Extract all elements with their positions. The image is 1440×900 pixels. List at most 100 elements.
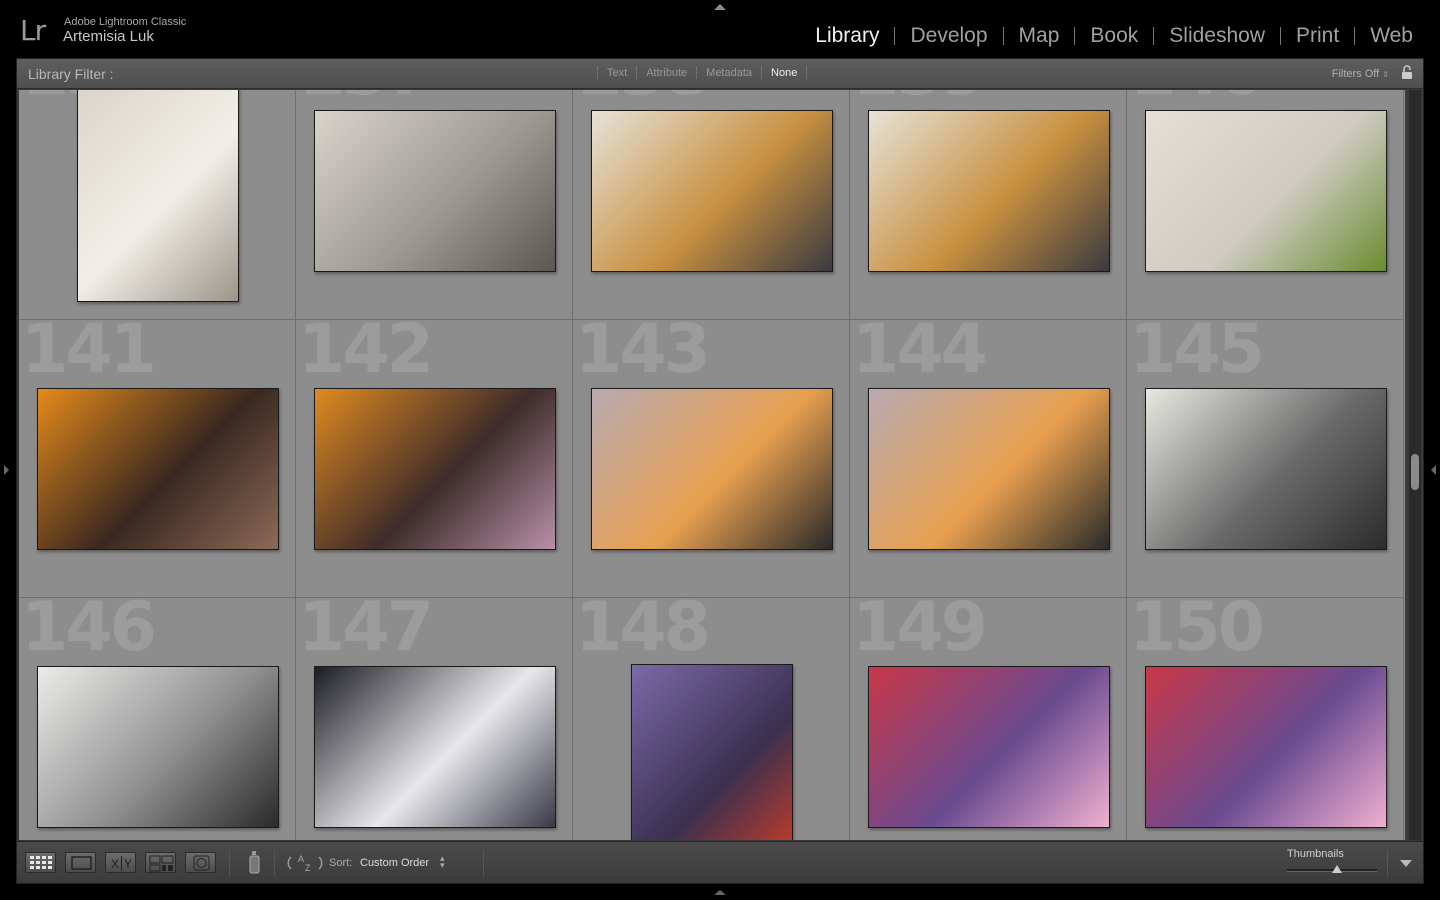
module-develop[interactable]: Develop <box>895 24 1002 48</box>
photo-thumbnail[interactable] <box>76 90 239 302</box>
chevron-updown-icon: ⇕ <box>1382 70 1389 79</box>
identity-plate: Lr Adobe Lightroom Classic Artemisia Luk… <box>0 0 1440 58</box>
library-filter-title: Library Filter : <box>28 66 114 82</box>
library-filter-bar: Library Filter : Text Attribute Metadata No… <box>17 59 1423 89</box>
filter-tab-text[interactable]: Text <box>598 67 636 79</box>
sort-order-dropdown[interactable]: Custom Order <box>360 857 429 869</box>
cell-index-number: 139 <box>852 90 988 106</box>
grid-cell[interactable]: 140 <box>1127 90 1404 320</box>
sort-az-icon[interactable]: A Z <box>287 851 323 875</box>
cell-index-number: 137 <box>298 90 434 106</box>
photo-thumbnail[interactable] <box>313 110 556 272</box>
grid-cell[interactable]: 136 <box>19 90 296 320</box>
grid-cell[interactable]: 141 <box>19 320 296 598</box>
grid-cell[interactable]: 138 <box>573 90 850 320</box>
scrollbar-thumb[interactable] <box>1411 454 1419 491</box>
user-name: Artemisia Luk <box>63 28 154 45</box>
photo-thumbnail[interactable] <box>867 110 1110 272</box>
filter-tab-metadata[interactable]: Metadata <box>697 67 761 79</box>
app-name: Adobe Lightroom Classic <box>64 16 187 28</box>
module-slideshow[interactable]: Slideshow <box>1154 24 1280 48</box>
filter-tab-separator <box>806 67 808 79</box>
photo-thumbnail[interactable] <box>313 666 556 828</box>
photo-thumbnail[interactable] <box>867 666 1110 828</box>
cell-index-number: 138 <box>575 90 711 106</box>
library-main-panel: Library Filter : Text Attribute Metadata No… <box>16 58 1424 884</box>
svg-text:A: A <box>298 854 304 864</box>
grid-cell[interactable]: 146 <box>19 598 296 840</box>
photo-thumbnail[interactable] <box>313 388 556 550</box>
module-library[interactable]: Library <box>800 24 894 48</box>
grid-cell[interactable]: 148 <box>573 598 850 840</box>
grid-cell[interactable]: 143 <box>573 320 850 598</box>
filmstrip-toggle-icon[interactable] <box>714 890 726 895</box>
grid-cell[interactable]: 139 <box>850 90 1127 320</box>
filter-tab-attribute[interactable]: Attribute <box>637 67 696 79</box>
lightroom-logo: Lr <box>20 14 46 47</box>
cell-index-number: 145 <box>1129 320 1265 389</box>
cell-index-number: 148 <box>575 598 711 667</box>
thumbnails-label: Thumbnails <box>1287 848 1344 860</box>
slider-knob[interactable] <box>1331 865 1342 873</box>
grid-cell[interactable]: 147 <box>296 598 573 840</box>
painter-spray-can-icon[interactable] <box>249 851 261 875</box>
filters-off-label: Filters Off <box>1331 68 1380 80</box>
photo-thumbnail[interactable] <box>1144 388 1387 550</box>
grid-cell[interactable]: 145 <box>1127 320 1404 598</box>
chevron-updown-icon[interactable]: ▴ ▾ <box>440 854 445 870</box>
survey-view-icon <box>149 855 174 872</box>
cell-index-number: 140 <box>1129 90 1265 106</box>
svg-text:Y: Y <box>124 857 132 871</box>
grid-view-button[interactable] <box>25 852 56 873</box>
grid-cell[interactable]: 149 <box>850 598 1127 840</box>
svg-text:Z: Z <box>305 863 311 873</box>
module-picker: Library Develop Map Book Slideshow Print Web <box>800 24 1428 48</box>
library-toolbar: X Y A Z Sort: Custom Order ▴ ▾ Thumbnail… <box>17 841 1423 883</box>
grid-cell[interactable]: 137 <box>296 90 573 320</box>
cell-index-number: 142 <box>298 320 434 389</box>
top-panel-toggle-icon[interactable] <box>714 4 726 10</box>
cell-index-number: 150 <box>1129 598 1265 667</box>
cell-index-number: 144 <box>852 320 988 389</box>
photo-thumbnail[interactable] <box>867 388 1110 550</box>
grid-scrollbar[interactable] <box>1409 90 1421 840</box>
lock-icon[interactable] <box>1401 65 1413 80</box>
photo-thumbnail[interactable] <box>630 664 793 840</box>
filters-off-dropdown[interactable]: Filters Off ⇕ <box>1332 68 1389 80</box>
cell-index-number: 149 <box>852 598 988 667</box>
photo-thumbnail[interactable] <box>1144 110 1387 272</box>
right-panel-toggle-icon[interactable] <box>1431 465 1436 475</box>
filter-tabs: Text Attribute Metadata None <box>597 67 808 79</box>
thumbnail-size-slider[interactable] <box>1287 865 1377 873</box>
photo-thumbnail[interactable] <box>590 388 833 550</box>
photo-thumbnail[interactable] <box>36 666 279 828</box>
thumbnail-grid: 136137 138 139 140 141 142 143 144 145 146 147 148 1… <box>19 90 1405 840</box>
compare-view-button[interactable]: X Y <box>105 852 136 873</box>
photo-thumbnail[interactable] <box>590 110 833 272</box>
toolbar-divider <box>483 850 484 876</box>
grid-cell[interactable]: 144 <box>850 320 1127 598</box>
survey-view-button[interactable] <box>145 852 176 873</box>
people-view-button[interactable] <box>185 852 216 873</box>
svg-text:X: X <box>111 857 119 871</box>
toolbar-menu-chevron-icon[interactable] <box>1400 860 1412 867</box>
cell-index-number: 143 <box>575 320 711 389</box>
cell-index-number: 146 <box>21 598 157 667</box>
photo-thumbnail[interactable] <box>1144 666 1387 828</box>
grid-cell[interactable]: 142 <box>296 320 573 598</box>
module-book[interactable]: Book <box>1075 24 1153 48</box>
grid-cell[interactable]: 150 <box>1127 598 1404 840</box>
cell-index-number: 141 <box>21 320 157 389</box>
grid-view-icon <box>30 856 52 869</box>
photo-thumbnail[interactable] <box>36 388 279 550</box>
left-panel-toggle-icon[interactable] <box>4 465 9 475</box>
cell-index-number: 147 <box>298 598 434 667</box>
module-web[interactable]: Web <box>1355 24 1428 48</box>
filter-tab-none[interactable]: None <box>762 67 806 79</box>
toolbar-divider <box>1387 850 1388 876</box>
sort-label: Sort: <box>329 857 353 869</box>
loupe-view-button[interactable] <box>65 852 96 873</box>
people-view-icon <box>193 855 210 871</box>
module-print[interactable]: Print <box>1281 24 1354 48</box>
module-map[interactable]: Map <box>1004 24 1075 48</box>
